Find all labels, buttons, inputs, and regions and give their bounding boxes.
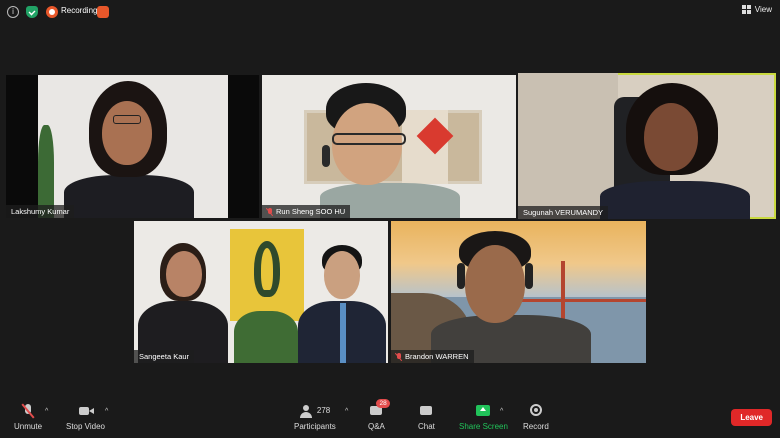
person-face [102,101,152,165]
headphone-right [525,263,533,289]
person-face-left [166,251,202,297]
recording-indicator-icon [46,6,58,18]
muted-mic-icon [396,352,402,361]
person-face [465,245,525,323]
person-body [64,175,194,218]
record-icon [528,404,544,418]
bridge-deck [521,299,646,302]
awareness-ribbon [254,241,280,297]
person-body [600,181,750,219]
share-options-caret[interactable]: ^ [500,408,503,415]
headset-earpiece [322,145,330,167]
participant-name-label: Lakshumy Kumar [6,205,75,218]
qa-bubble-icon: 28 [368,399,390,418]
video-tile-participant-4[interactable]: Sangeeta Kaur [134,221,388,363]
video-tile-participant-3[interactable]: Sugunah VERUMANDY [518,73,776,219]
stop-video-button[interactable]: Stop Video [66,404,105,431]
glasses [113,115,141,124]
plant [234,311,298,363]
participants-count: 278 [316,406,331,415]
person-face-right [324,251,360,299]
meeting-controls-toolbar: Unmute ^ Stop Video ^ 278 Participants ^… [0,398,780,438]
participants-button[interactable]: 278 Participants [294,404,336,431]
qa-count-badge: 28 [376,399,390,408]
muted-mic-icon [267,207,273,216]
info-icon[interactable]: i [7,6,19,18]
video-tile-participant-1[interactable]: Lakshumy Kumar [6,75,259,218]
recording-label: Recording [61,6,98,15]
video-options-caret[interactable]: ^ [105,408,108,415]
glasses [332,133,406,145]
encryption-shield-icon[interactable] [26,6,38,18]
participant-name-label: Sugunah VERUMANDY [518,206,609,219]
participants-options-caret[interactable]: ^ [345,408,348,415]
muted-microphone-icon [20,403,36,419]
grid-view-icon [741,5,751,14]
unmute-button[interactable]: Unmute [14,403,42,431]
chat-bubble-icon [418,404,434,418]
share-screen-icon [475,404,491,418]
video-tile-participant-5[interactable]: Brandon WARREN [391,221,646,363]
audio-options-caret[interactable]: ^ [45,408,48,415]
qa-button[interactable]: 28 Q&A [368,399,390,431]
participant-name-label: Run Sheng SOO HU [262,205,351,218]
person-face [644,103,698,171]
video-camera-icon [78,404,94,418]
record-button[interactable]: Record [523,404,549,431]
leave-button[interactable]: Leave [731,409,772,426]
view-label: View [754,5,772,14]
tie [340,303,346,363]
headphone-left [457,263,465,289]
chat-button[interactable]: Chat [418,404,435,431]
recording-options-icon[interactable] [97,6,109,18]
participants-icon: 278 [295,404,335,418]
participant-name-label: Sangeeta Kaur [134,350,195,363]
video-tile-participant-2[interactable]: Run Sheng SOO HU [262,75,516,218]
view-button[interactable]: View [741,5,772,14]
participant-name-label: Brandon WARREN [391,350,474,363]
bridge-tower [561,261,565,321]
meeting-top-bar: i Recording View [0,0,780,24]
